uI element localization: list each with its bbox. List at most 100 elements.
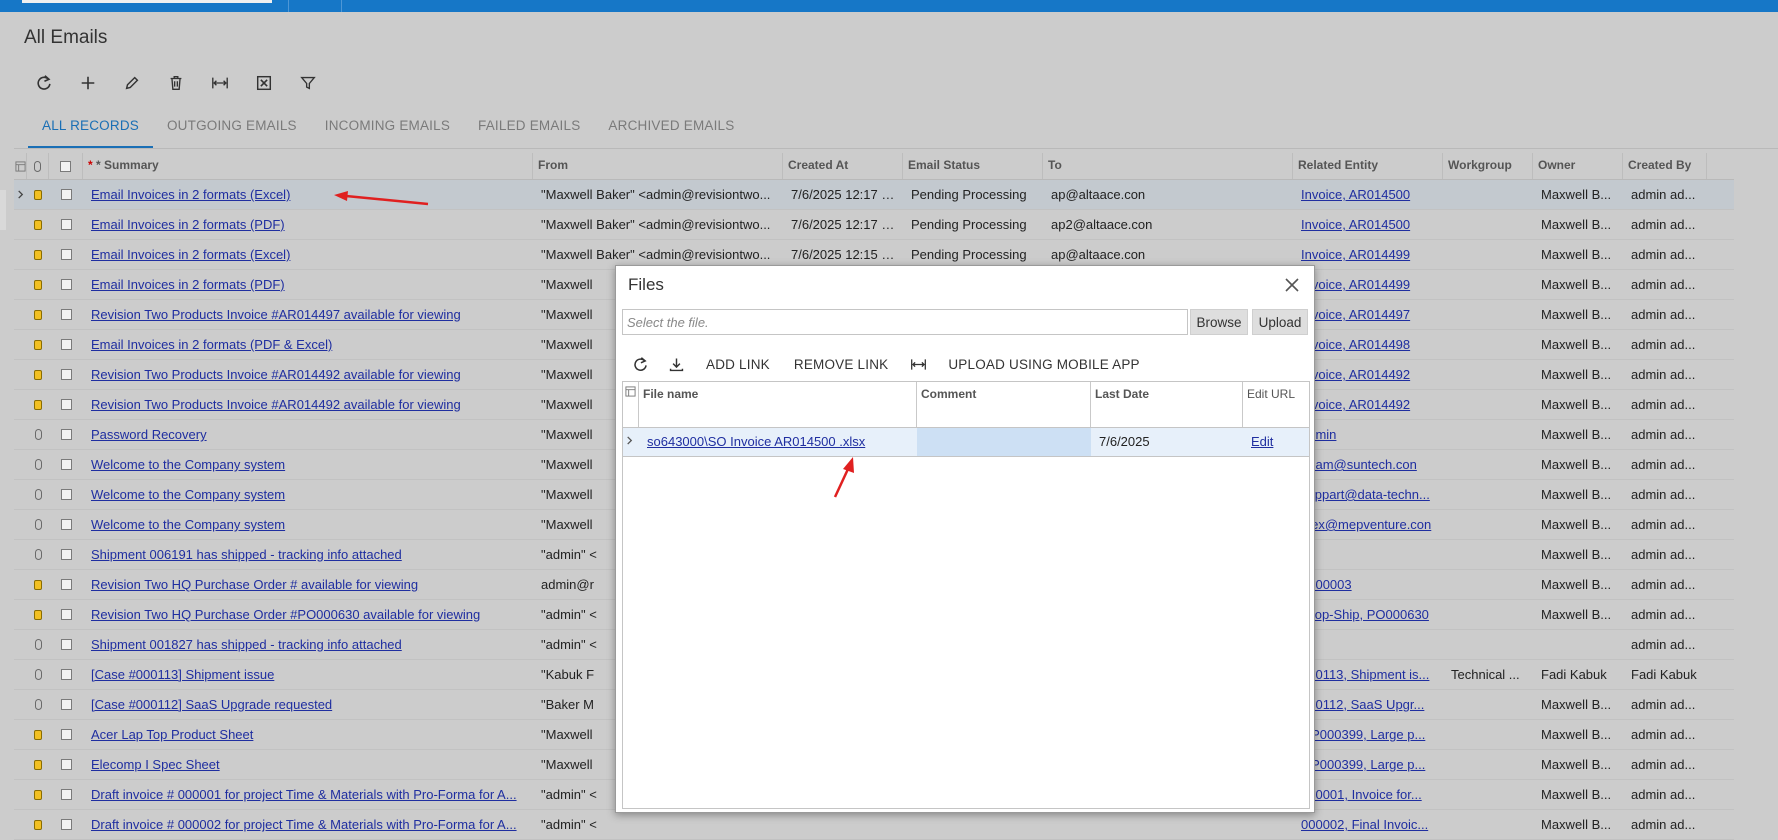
column-config-icon[interactable] <box>14 160 26 172</box>
related-entity-link[interactable]: 0000003 <box>1293 570 1443 599</box>
related-entity-link[interactable]: Invoice, AR014498 <box>1293 330 1443 359</box>
row-expander[interactable] <box>14 570 27 599</box>
column-header-created-by[interactable]: Created By <box>1623 153 1707 179</box>
remove-link-button[interactable]: REMOVE LINK <box>794 357 888 372</box>
summary-link[interactable]: Draft invoice # 000001 for project Time … <box>83 780 533 809</box>
row-checkbox[interactable] <box>60 729 72 740</box>
excel-export-button[interactable] <box>242 70 286 96</box>
column-header-email-status[interactable]: Email Status <box>903 153 1043 179</box>
row-checkbox[interactable] <box>60 219 72 230</box>
browse-button[interactable]: Browse <box>1190 309 1248 335</box>
summary-link[interactable]: [Case #000113] Shipment issue <box>83 660 533 689</box>
row-checkbox[interactable] <box>60 309 72 320</box>
summary-link[interactable]: Elecomp I Spec Sheet <box>83 750 533 779</box>
related-entity-link[interactable]: OP000399, Large p... <box>1293 720 1443 749</box>
summary-link[interactable]: Email Invoices in 2 formats (Excel) <box>83 180 533 209</box>
column-header-from[interactable]: From <box>533 153 783 179</box>
row-checkbox[interactable] <box>60 789 72 800</box>
summary-link[interactable]: Draft invoice # 000002 for project Time … <box>83 810 533 839</box>
row-expander[interactable] <box>14 240 27 269</box>
file-comment-cell[interactable] <box>917 428 1091 456</box>
column-header-last-date[interactable]: Last Date <box>1091 382 1243 427</box>
row-expander[interactable] <box>14 810 27 839</box>
summary-link[interactable]: Revision Two HQ Purchase Order #PO000630… <box>83 600 533 629</box>
file-name-link[interactable]: so643000\SO Invoice AR014500 .xlsx <box>639 428 917 456</box>
summary-link[interactable]: Email Invoices in 2 formats (PDF) <box>83 270 533 299</box>
related-entity-link[interactable] <box>1293 630 1443 659</box>
column-header-file-name[interactable]: File name <box>639 382 917 427</box>
related-entity-link[interactable]: Invoice, AR014499 <box>1293 270 1443 299</box>
fit-width-button[interactable] <box>900 356 936 373</box>
related-entity-link[interactable]: Invoice, AR014497 <box>1293 300 1443 329</box>
global-search-input[interactable] <box>22 0 272 3</box>
column-header-edit-url[interactable]: Edit URL <box>1243 382 1303 427</box>
row-expander[interactable] <box>14 270 27 299</box>
file-select-input[interactable]: Select the file. <box>622 309 1188 335</box>
row-expander[interactable] <box>14 720 27 749</box>
edit-button[interactable] <box>110 70 154 96</box>
row-checkbox[interactable] <box>60 579 72 590</box>
row-expander[interactable] <box>14 300 27 329</box>
upload-mobile-app-button[interactable]: UPLOAD USING MOBILE APP <box>948 357 1139 372</box>
close-icon[interactable] <box>1284 277 1300 293</box>
row-checkbox[interactable] <box>60 399 72 410</box>
row-expander[interactable] <box>14 780 27 809</box>
summary-link[interactable]: Password Recovery <box>83 420 533 449</box>
summary-link[interactable]: Shipment 001827 has shipped - tracking i… <box>83 630 533 659</box>
related-entity-link[interactable] <box>1293 540 1443 569</box>
row-expander[interactable] <box>14 630 27 659</box>
related-entity-link[interactable]: 000002, Final Invoic... <box>1293 810 1443 839</box>
summary-link[interactable]: [Case #000112] SaaS Upgrade requested <box>83 690 533 719</box>
row-checkbox[interactable] <box>60 279 72 290</box>
row-checkbox[interactable] <box>60 249 72 260</box>
summary-link[interactable]: Revision Two Products Invoice #AR014497 … <box>83 300 533 329</box>
summary-link[interactable]: Revision Two Products Invoice #AR014492 … <box>83 360 533 389</box>
row-expander[interactable] <box>14 540 27 569</box>
row-checkbox[interactable] <box>60 819 72 830</box>
row-checkbox[interactable] <box>60 369 72 380</box>
file-edit-link[interactable]: Edit <box>1243 428 1303 456</box>
upload-button[interactable]: Upload <box>1252 309 1308 335</box>
summary-link[interactable]: Email Invoices in 2 formats (PDF & Excel… <box>83 330 533 359</box>
files-column-config[interactable] <box>623 382 639 427</box>
column-header-summary[interactable]: * * Summary <box>83 153 533 179</box>
table-row[interactable]: Email Invoices in 2 formats (Excel) "Maxw… <box>14 180 1734 210</box>
row-expander[interactable] <box>14 600 27 629</box>
row-expander[interactable] <box>14 360 27 389</box>
tab-archived-emails[interactable]: ARCHIVED EMAILS <box>594 110 748 146</box>
row-expander[interactable] <box>14 510 27 539</box>
column-header-workgroup[interactable]: Workgroup <box>1443 153 1533 179</box>
column-header-comment[interactable]: Comment <box>917 382 1091 427</box>
summary-link[interactable]: Welcome to the Company system <box>83 510 533 539</box>
summary-link[interactable]: Revision Two Products Invoice #AR014492 … <box>83 390 533 419</box>
row-checkbox[interactable] <box>60 639 72 650</box>
row-expander[interactable] <box>623 428 639 456</box>
select-all-checkbox[interactable] <box>60 160 71 172</box>
summary-link[interactable]: Shipment 006191 has shipped - tracking i… <box>83 540 533 569</box>
summary-link[interactable]: Email Invoices in 2 formats (PDF) <box>83 210 533 239</box>
row-checkbox[interactable] <box>60 429 72 440</box>
row-expander[interactable] <box>14 180 27 209</box>
column-header-owner[interactable]: Owner <box>1533 153 1623 179</box>
file-row[interactable]: so643000\SO Invoice AR014500 .xlsx 7/6/2… <box>623 428 1309 457</box>
summary-link[interactable]: Email Invoices in 2 formats (Excel) <box>83 240 533 269</box>
tab-incoming-emails[interactable]: INCOMING EMAILS <box>311 110 464 146</box>
fit-width-button[interactable] <box>198 70 242 96</box>
row-expander[interactable] <box>14 690 27 719</box>
related-entity-link[interactable]: alex@mepventure.con <box>1293 510 1443 539</box>
related-entity-link[interactable]: 000112, SaaS Upgr... <box>1293 690 1443 719</box>
row-expander[interactable] <box>14 330 27 359</box>
related-entity-link[interactable]: suppart@data-techn... <box>1293 480 1443 509</box>
row-expander[interactable] <box>14 480 27 509</box>
row-expander[interactable] <box>14 750 27 779</box>
related-entity-link[interactable]: Invoice, AR014492 <box>1293 360 1443 389</box>
row-expander[interactable] <box>14 660 27 689</box>
related-entity-link[interactable]: admin <box>1293 420 1443 449</box>
tab-outgoing-emails[interactable]: OUTGOING EMAILS <box>153 110 311 146</box>
row-expander[interactable] <box>14 450 27 479</box>
table-row[interactable]: Draft invoice # 000002 for project Time … <box>14 810 1734 840</box>
table-row[interactable]: Email Invoices in 2 formats (PDF) "Maxwel… <box>14 210 1734 240</box>
summary-link[interactable]: Acer Lap Top Product Sheet <box>83 720 533 749</box>
refresh-files-button[interactable] <box>622 356 658 373</box>
delete-button[interactable] <box>154 70 198 96</box>
